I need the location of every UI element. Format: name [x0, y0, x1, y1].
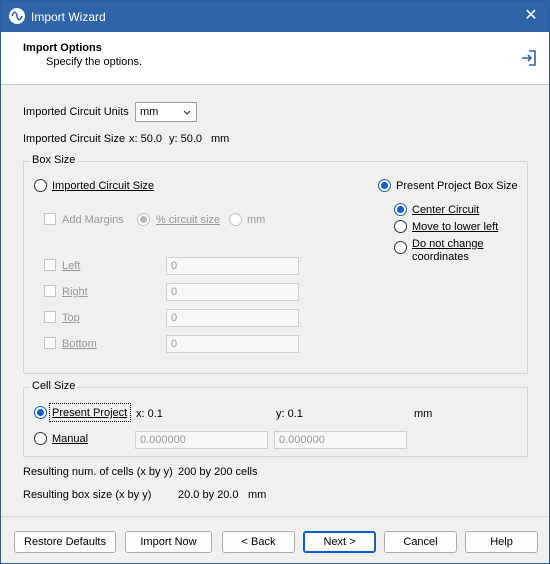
header-subtitle: Specify the options. — [46, 56, 143, 68]
right-margin-checkbox[interactable] — [44, 285, 56, 297]
no-change-label-2[interactable]: coordinates — [412, 251, 469, 263]
circuit-size-unit: mm — [211, 133, 230, 145]
left-margin-checkbox[interactable] — [44, 259, 56, 271]
back-button[interactable]: < Back — [222, 531, 295, 553]
cell-y-value: y: 0.1 — [276, 408, 303, 420]
no-change-radio[interactable] — [394, 241, 407, 254]
no-change-label-1[interactable]: Do not change — [412, 238, 484, 250]
wizard-header: Import Options Specify the options. — [1, 32, 549, 85]
imported-size-label[interactable]: Imported Circuit Size — [52, 180, 154, 192]
chevron-down-icon — [183, 108, 191, 116]
import-now-button[interactable]: Import Now — [125, 531, 212, 553]
right-margin-label: Right — [62, 286, 88, 298]
lower-left-label[interactable]: Move to lower left — [412, 221, 498, 233]
bottom-margin-input[interactable]: 0 — [166, 335, 299, 353]
manual-radio[interactable] — [34, 432, 47, 445]
lower-left-radio[interactable] — [394, 220, 407, 233]
present-project-radio[interactable] — [34, 406, 47, 419]
box-result-unit: mm — [248, 489, 267, 501]
cell-size-group-label: Cell Size — [30, 380, 78, 392]
box-result-label: Resulting box size (x by y) — [23, 489, 152, 501]
mm-label: mm — [247, 214, 266, 226]
bottom-margin-checkbox[interactable] — [44, 337, 56, 349]
cell-unit: mm — [414, 408, 433, 420]
cells-result-label: Resulting num. of cells (x by y) — [23, 466, 173, 478]
help-button[interactable]: Help — [465, 531, 538, 553]
manual-y-input[interactable]: 0.000000 — [274, 431, 407, 449]
header-title: Import Options — [23, 42, 102, 54]
right-margin-input[interactable]: 0 — [166, 283, 299, 301]
cancel-button[interactable]: Cancel — [384, 531, 457, 553]
present-box-radio[interactable] — [378, 179, 391, 192]
mm-radio[interactable] — [229, 213, 242, 226]
export-icon — [519, 48, 539, 68]
import-wizard-window: Import Wizard ✕ Import Options Specify t… — [0, 0, 550, 564]
window-title: Import Wizard — [31, 10, 106, 24]
top-margin-input[interactable]: 0 — [166, 309, 299, 327]
imported-size-radio[interactable] — [34, 179, 47, 192]
footer-divider — [1, 516, 549, 517]
units-select[interactable]: mm — [135, 102, 197, 122]
manual-label[interactable]: Manual — [52, 433, 88, 445]
circuit-size-x: x: 50.0 — [129, 133, 163, 145]
title-bar: Import Wizard ✕ — [1, 1, 549, 32]
app-wave-icon — [9, 8, 25, 24]
center-circuit-label[interactable]: Center Circuit — [412, 204, 479, 216]
units-label: Imported Circuit Units — [23, 106, 129, 118]
box-size-group-label: Box Size — [30, 154, 78, 166]
add-margins-label: Add Margins — [62, 214, 124, 226]
top-margin-checkbox[interactable] — [44, 311, 56, 323]
units-value: mm — [140, 106, 159, 118]
circuit-size-label: Imported Circuit Size — [23, 133, 126, 145]
next-button[interactable]: Next > — [303, 531, 376, 553]
circuit-size-y: y: 50.0 — [169, 133, 203, 145]
left-margin-label: Left — [62, 260, 81, 272]
percent-label: % circuit size — [156, 214, 221, 226]
top-margin-label: Top — [62, 312, 80, 324]
present-box-label[interactable]: Present Project Box Size — [396, 180, 518, 192]
cell-x-value: x: 0.1 — [136, 408, 163, 420]
manual-x-input[interactable]: 0.000000 — [135, 431, 268, 449]
percent-radio[interactable] — [137, 213, 150, 226]
center-circuit-radio[interactable] — [394, 203, 407, 216]
cells-result-value: 200 by 200 cells — [178, 466, 258, 478]
bottom-margin-label: Bottom — [62, 338, 97, 350]
add-margins-checkbox[interactable] — [44, 213, 56, 225]
present-project-label[interactable]: Present Project — [52, 407, 127, 419]
close-icon[interactable]: ✕ — [519, 5, 543, 27]
box-result-value: 20.0 by 20.0 — [178, 489, 239, 501]
left-margin-input[interactable]: 0 — [166, 257, 299, 275]
restore-defaults-button[interactable]: Restore Defaults — [14, 531, 116, 553]
